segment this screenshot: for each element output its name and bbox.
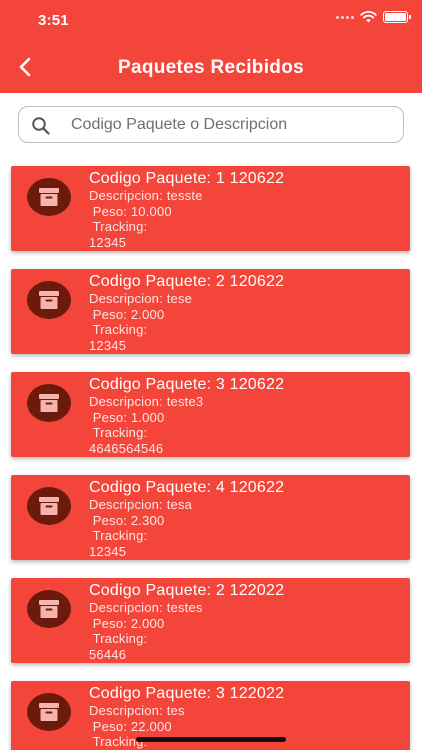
search-box[interactable] xyxy=(18,106,404,143)
package-avatar xyxy=(27,384,71,422)
search-icon xyxy=(32,117,50,135)
package-card[interactable]: Codigo Paquete: 4 120622 Descripcion: te… xyxy=(11,475,410,560)
package-code: Codigo Paquete: 2 122022 xyxy=(89,582,285,599)
package-details: Codigo Paquete: 2 122022 Descripcion: te… xyxy=(89,582,402,662)
home-indicator xyxy=(136,737,286,742)
package-avatar xyxy=(27,693,71,731)
package-card[interactable]: Codigo Paquete: 2 120622 Descripcion: te… xyxy=(11,269,410,354)
package-code: Codigo Paquete: 3 120622 xyxy=(89,376,285,393)
page-title: Paquetes Recibidos xyxy=(118,57,304,78)
package-weight: Peso: 1.000 xyxy=(89,409,165,425)
package-weight: Peso: 2.300 xyxy=(89,512,165,528)
package-tracking-label: Tracking: xyxy=(89,425,148,440)
package-description: Descripcion: tesste xyxy=(89,188,203,203)
package-tracking-label: Tracking: xyxy=(89,528,148,543)
package-tracking-number: 12345 xyxy=(89,543,127,559)
package-details: Codigo Paquete: 4 120622 Descripcion: te… xyxy=(89,479,402,559)
package-avatar xyxy=(27,487,71,525)
archive-box-icon xyxy=(39,497,59,515)
package-avatar xyxy=(27,178,71,216)
package-tracking-number: 12345 xyxy=(89,234,127,250)
package-details: Codigo Paquete: 3 120622 Descripcion: te… xyxy=(89,376,402,456)
package-code: Codigo Paquete: 3 122022 xyxy=(89,685,285,702)
signal-icon xyxy=(336,15,354,19)
package-avatar xyxy=(27,590,71,628)
package-card[interactable]: Codigo Paquete: 2 122022 Descripcion: te… xyxy=(11,578,410,663)
package-tracking-number: 12345 xyxy=(89,337,127,353)
package-weight: Peso: 22.000 xyxy=(89,718,172,734)
package-code: Codigo Paquete: 2 120622 xyxy=(89,273,285,290)
archive-box-icon xyxy=(39,703,59,721)
package-description: Descripcion: testes xyxy=(89,600,203,615)
package-tracking-number: 4646564546 xyxy=(89,440,164,456)
package-card[interactable]: Codigo Paquete: 1 120622 Descripcion: te… xyxy=(11,166,410,251)
status-indicators xyxy=(336,11,411,23)
search-input[interactable] xyxy=(71,107,391,142)
package-card[interactable]: Codigo Paquete: 3 120622 Descripcion: te… xyxy=(11,372,410,457)
package-tracking-label: Tracking: xyxy=(89,631,148,646)
wifi-icon xyxy=(360,11,377,23)
app-header: 3:51 Paquetes Recibidos xyxy=(0,0,422,93)
package-description: Descripcion: teste3 xyxy=(89,394,204,409)
package-description: Descripcion: tese xyxy=(89,291,193,306)
package-code: Codigo Paquete: 4 120622 xyxy=(89,479,285,496)
package-code: Codigo Paquete: 1 120622 xyxy=(89,170,285,187)
app-screen: 3:51 Paquetes Recibidos Codigo Paquete o… xyxy=(0,0,422,750)
package-description: Descripcion: tesa xyxy=(89,497,193,512)
archive-box-icon xyxy=(39,600,59,618)
package-tracking-label: Tracking: xyxy=(89,219,148,234)
package-details: Codigo Paquete: 2 120622 Descripcion: te… xyxy=(89,273,402,353)
package-details: Codigo Paquete: 1 120622 Descripcion: te… xyxy=(89,170,402,250)
package-tracking-number: 56446 xyxy=(89,646,127,662)
archive-box-icon xyxy=(39,291,59,309)
archive-box-icon xyxy=(39,188,59,206)
package-weight: Peso: 10.000 xyxy=(89,203,172,219)
package-avatar xyxy=(27,281,71,319)
battery-icon xyxy=(383,11,411,23)
archive-box-icon xyxy=(39,394,59,412)
package-description: Descripcion: tes xyxy=(89,703,185,718)
package-tracking-label: Tracking: xyxy=(89,322,148,337)
package-weight: Peso: 2.000 xyxy=(89,615,165,631)
package-weight: Peso: 2.000 xyxy=(89,306,165,322)
status-time: 3:51 xyxy=(38,12,69,29)
